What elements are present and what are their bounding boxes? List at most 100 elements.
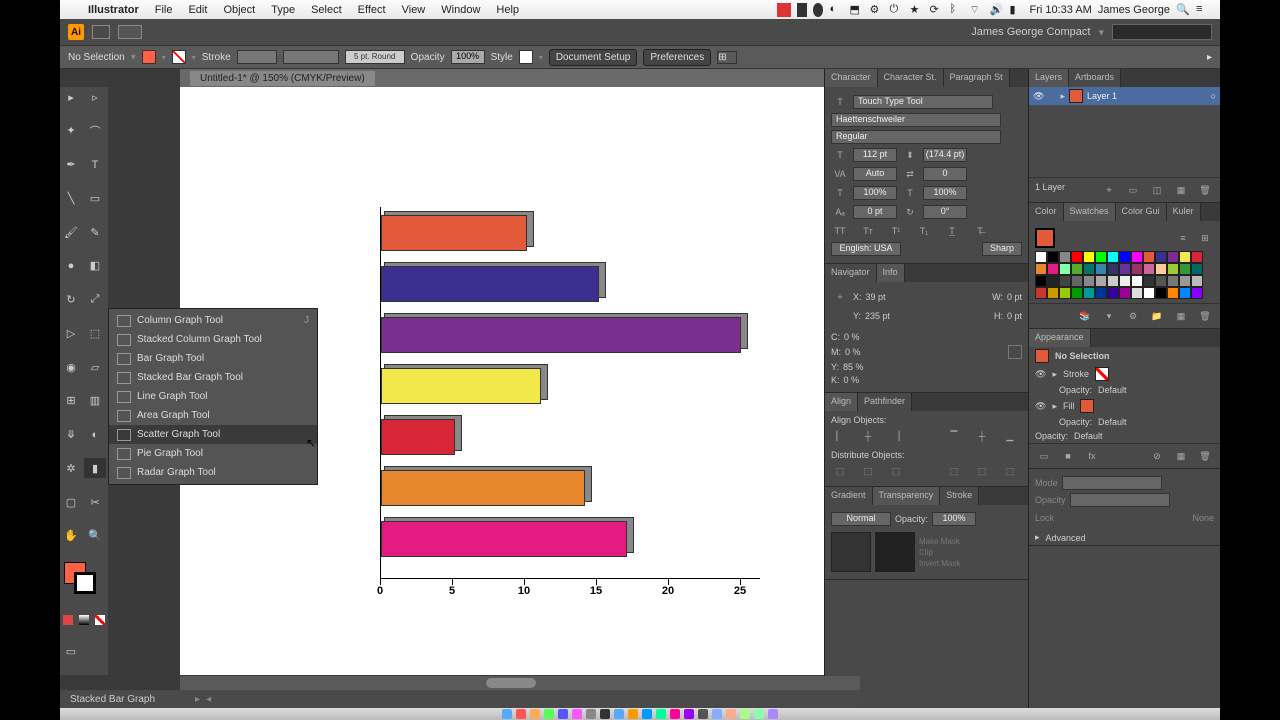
align-hcenter-button[interactable]: ┼ <box>859 428 877 444</box>
bar-graph-tool[interactable]: Bar Graph Tool <box>109 349 317 368</box>
swatch[interactable] <box>1131 287 1143 299</box>
fill-stroke-indicator[interactable] <box>1035 228 1055 248</box>
chart-bar[interactable] <box>381 470 585 506</box>
rectangle-tool[interactable]: ▭ <box>84 188 106 208</box>
layer-row[interactable]: 👁 ▸ Layer 1 ○ <box>1029 87 1220 105</box>
swatch[interactable] <box>1107 275 1119 287</box>
width-tool[interactable]: ▷ <box>60 323 82 343</box>
brush-definition[interactable]: 5 pt. Round <box>345 50 405 64</box>
dock-app-icon[interactable] <box>754 709 764 719</box>
tab-stroke[interactable]: Stroke <box>940 487 979 505</box>
swatch[interactable] <box>1095 275 1107 287</box>
layer-name[interactable]: Layer 1 <box>1087 91 1117 101</box>
swatch[interactable] <box>1095 251 1107 263</box>
menu-file[interactable]: File <box>147 4 181 16</box>
horizontal-scrollbar[interactable] <box>180 676 860 690</box>
invert-mask-checkbox[interactable]: Invert Mask <box>919 559 960 568</box>
swatch[interactable] <box>1179 263 1191 275</box>
language-field[interactable]: English: USA <box>831 242 901 256</box>
color-mode-none[interactable] <box>95 615 105 625</box>
advanced-section[interactable]: ▸Advanced <box>1029 530 1220 545</box>
swatch[interactable] <box>1131 275 1143 287</box>
swatch[interactable] <box>1083 263 1095 275</box>
small-caps-button[interactable]: Tᴛ <box>859 223 877 239</box>
line-graph-tool[interactable]: Line Graph Tool <box>109 387 317 406</box>
tab-align[interactable]: Align <box>825 393 858 411</box>
swatch[interactable] <box>1167 287 1179 299</box>
workspace-switcher[interactable]: James George Compact <box>971 26 1090 38</box>
control-menu-icon[interactable]: ▸ <box>1207 52 1212 63</box>
clock[interactable]: Fri 10:33 AM <box>1029 4 1091 16</box>
swatch[interactable] <box>1047 287 1059 299</box>
distribute-top-button[interactable]: ⬚ <box>831 463 849 479</box>
bridge-button[interactable] <box>92 25 110 39</box>
distribute-hcenter-button[interactable]: ⬚ <box>973 463 991 479</box>
new-swatch-button[interactable]: ▦ <box>1172 308 1190 324</box>
align-vcenter-button[interactable]: ┼ <box>973 428 991 444</box>
menu-select[interactable]: Select <box>303 4 350 16</box>
swatch[interactable] <box>1071 275 1083 287</box>
add-new-stroke-button[interactable]: ▭ <box>1035 448 1053 464</box>
hand-tool[interactable]: ✋ <box>60 526 82 546</box>
tracking-field[interactable]: 0 <box>923 167 967 181</box>
paintbrush-tool[interactable]: 🖌 <box>60 222 82 242</box>
tab-info[interactable]: Info <box>877 264 905 282</box>
swatch[interactable] <box>1131 263 1143 275</box>
bluetooth-icon[interactable]: ᛒ <box>949 3 963 17</box>
dock-app-icon[interactable] <box>670 709 680 719</box>
font-size-field[interactable]: 112 pt <box>853 148 897 162</box>
stacked-column-graph-tool[interactable]: Stacked Column Graph Tool <box>109 330 317 349</box>
menu-object[interactable]: Object <box>215 4 263 16</box>
strikethrough-button[interactable]: T̶ <box>971 223 989 239</box>
tab-artboards[interactable]: Artboards <box>1069 69 1121 87</box>
menubar-status-icon[interactable] <box>813 3 823 17</box>
tab-appearance[interactable]: Appearance <box>1029 329 1091 347</box>
user-name[interactable]: James George <box>1098 4 1170 16</box>
free-transform-tool[interactable]: ⬚ <box>84 323 106 343</box>
swatch-libraries-button[interactable]: 📚 <box>1076 308 1094 324</box>
direct-selection-tool[interactable]: ▹ <box>84 87 106 107</box>
chart-bar[interactable] <box>381 266 599 302</box>
swatch[interactable] <box>1155 275 1167 287</box>
type-tool[interactable]: T <box>84 155 106 175</box>
target-icon[interactable]: ○ <box>1211 91 1216 101</box>
dock-app-icon[interactable] <box>712 709 722 719</box>
swatch[interactable] <box>1095 287 1107 299</box>
notification-center-icon[interactable]: ≡ <box>1196 3 1210 17</box>
kerning-field[interactable]: Auto <box>853 167 897 181</box>
graphic-style-swatch[interactable] <box>519 50 533 64</box>
underline-button[interactable]: T̲ <box>943 223 961 239</box>
swatch[interactable] <box>1107 263 1119 275</box>
blend-mode-field[interactable]: Normal <box>831 512 891 526</box>
dock-app-icon[interactable] <box>516 709 526 719</box>
wifi-icon[interactable]: ⌔ <box>969 3 983 17</box>
eraser-tool[interactable]: ◧ <box>84 256 106 276</box>
swatch[interactable] <box>1095 263 1107 275</box>
tab-paragraph-styles[interactable]: Paragraph St <box>944 69 1010 87</box>
swatch[interactable] <box>1155 263 1167 275</box>
dock-app-icon[interactable] <box>698 709 708 719</box>
dock-app-icon[interactable] <box>656 709 666 719</box>
all-caps-button[interactable]: TT <box>831 223 849 239</box>
swatch[interactable] <box>1143 287 1155 299</box>
superscript-button[interactable]: T¹ <box>887 223 905 239</box>
menubar-status-icon[interactable] <box>777 3 791 17</box>
make-mask-button[interactable]: Make Mask <box>919 537 960 546</box>
swatch[interactable] <box>1143 263 1155 275</box>
swatch[interactable] <box>1059 251 1071 263</box>
dock-app-icon[interactable] <box>572 709 582 719</box>
spotlight-icon[interactable]: 🔍 <box>1176 3 1190 17</box>
area-graph-tool[interactable]: Area Graph Tool <box>109 406 317 425</box>
tab-pathfinder[interactable]: Pathfinder <box>858 393 912 411</box>
magic-wand-tool[interactable]: ✦ <box>60 121 82 141</box>
tab-navigator[interactable]: Navigator <box>825 264 877 282</box>
leading-field[interactable]: (174.4 pt) <box>923 148 967 162</box>
swatch[interactable] <box>1155 251 1167 263</box>
document-tab[interactable]: Untitled-1* @ 150% (CMYK/Preview) <box>180 69 860 87</box>
opacity-field[interactable] <box>1070 493 1170 507</box>
show-swatch-kinds-button[interactable]: ▾ <box>1100 308 1118 324</box>
swatch[interactable] <box>1047 251 1059 263</box>
duplicate-item-button[interactable]: ▦ <box>1172 448 1190 464</box>
touch-type-icon[interactable]: T <box>831 94 849 110</box>
swatch[interactable] <box>1191 263 1203 275</box>
